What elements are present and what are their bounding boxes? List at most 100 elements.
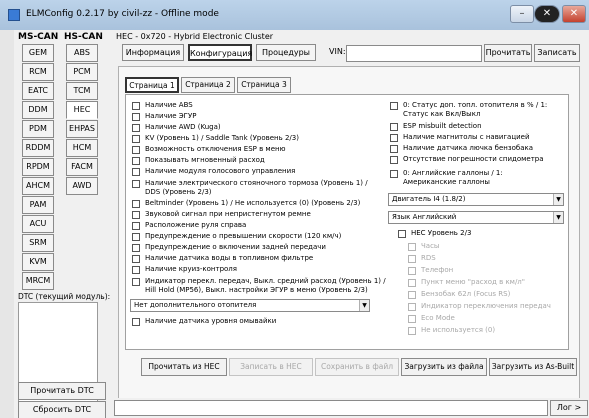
module-button-hcm[interactable]: HCM	[66, 139, 98, 157]
option-cruise-control[interactable]: Наличие круиз-контроля	[132, 265, 237, 274]
option-beltminder[interactable]: Beltminder (Уровень 1) / Не используется…	[132, 199, 360, 208]
option-kv-saddle-tank[interactable]: KV (Уровень 1) / Saddle Tank (Уровень 2/…	[132, 134, 299, 143]
write-vin-button[interactable]: Записать	[534, 44, 580, 62]
option-speed-warning[interactable]: Предупреждение о превышении скорости (12…	[132, 232, 341, 241]
module-button-rddm[interactable]: RDDM	[22, 139, 54, 157]
checkbox[interactable]	[132, 233, 140, 241]
module-button-srm[interactable]: SRM	[22, 234, 54, 252]
option-gallons[interactable]: 0: Английские галлоны / 1: Американские …	[390, 169, 553, 186]
checkbox[interactable]	[398, 230, 406, 238]
module-button-mrcm[interactable]: MRCM	[22, 272, 54, 290]
option-awd[interactable]: Наличие AWD (Kuga)	[132, 123, 221, 132]
minimize-button[interactable]: –	[510, 5, 534, 23]
clear-dtc-button[interactable]: Сбросить DTC	[18, 401, 106, 418]
checkbox[interactable]	[132, 200, 140, 208]
load-from-asbuilt-button[interactable]: Загрузить из As-Built	[489, 358, 577, 376]
tab-page-1[interactable]: Страница 1	[125, 77, 179, 93]
engine-select[interactable]: Двигатель I4 (1.8/2) ▼	[388, 193, 564, 206]
checkbox[interactable]	[390, 123, 398, 131]
module-button-tcm[interactable]: TCM	[66, 82, 98, 100]
read-dtc-button[interactable]: Прочитать DTC	[18, 382, 106, 400]
option-esp-disable[interactable]: Возможность отключения ESP в меню	[132, 145, 286, 154]
read-vin-button[interactable]: Прочитать	[484, 44, 532, 62]
module-button-kvm[interactable]: KVM	[22, 253, 54, 271]
module-button-awd[interactable]: AWD	[66, 177, 98, 195]
option-esp-misbuilt[interactable]: ESP misbuilt detection	[390, 122, 482, 131]
checkbox[interactable]	[132, 157, 140, 165]
module-button-pdm[interactable]: PDM	[22, 120, 54, 138]
module-button-abs[interactable]: ABS	[66, 44, 98, 62]
option-seatbelt-chime[interactable]: Звуковой сигнал при непристегнутом ремне	[132, 210, 311, 219]
option-rhd[interactable]: Расположение руля справа	[132, 221, 246, 230]
module-button-ehpas[interactable]: EHPAS	[66, 120, 98, 138]
option-gear-shift-indicator: Индикатор переключения передач	[408, 302, 551, 311]
tab-configuration[interactable]: Конфигурация	[188, 44, 252, 61]
checkbox[interactable]	[132, 278, 140, 286]
checkbox[interactable]	[132, 124, 140, 132]
option-ehpas[interactable]: Наличие ЭГУР	[132, 112, 196, 121]
option-reverse-warning[interactable]: Предупреждение о включении задней переда…	[132, 243, 326, 252]
checkbox[interactable]	[132, 211, 140, 219]
checkbox[interactable]	[132, 266, 140, 274]
module-button-facm[interactable]: FACM	[66, 158, 98, 176]
checkbox[interactable]	[132, 102, 140, 110]
checkbox[interactable]	[132, 255, 140, 263]
module-button-eatc[interactable]: EATC	[22, 82, 54, 100]
module-button-rcm[interactable]: RCM	[22, 63, 54, 81]
checkbox	[408, 327, 416, 335]
checkbox[interactable]	[132, 135, 140, 143]
checkbox[interactable]	[390, 145, 398, 153]
tab-page-2[interactable]: Страница 2	[181, 77, 235, 93]
module-button-gem[interactable]: GEM	[22, 44, 54, 62]
checkbox[interactable]	[132, 222, 140, 230]
checkbox[interactable]	[390, 102, 398, 110]
option-fuel-door-sensor[interactable]: Наличие датчика лючка бензобака	[390, 144, 533, 153]
maximize-button[interactable]: ✕	[534, 5, 560, 23]
checkbox	[408, 303, 416, 311]
option-phone: Телефон	[408, 266, 453, 275]
tab-page-3[interactable]: Страница 3	[237, 77, 291, 93]
log-button[interactable]: Лог >	[550, 400, 588, 416]
module-button-ddm[interactable]: DDM	[22, 101, 54, 119]
module-button-ahcm[interactable]: AHCM	[22, 177, 54, 195]
option-abs[interactable]: Наличие ABS	[132, 101, 193, 110]
checkbox[interactable]	[390, 170, 398, 178]
module-button-rpdm[interactable]: RPDM	[22, 158, 54, 176]
read-from-hec-button[interactable]: Прочитать из HEC	[141, 358, 227, 376]
chevron-down-icon: ▼	[553, 212, 563, 223]
checkbox[interactable]	[132, 180, 140, 188]
checkbox[interactable]	[132, 146, 140, 154]
checkbox[interactable]	[132, 168, 140, 176]
tab-info[interactable]: Информация	[122, 44, 184, 61]
option-instant-consumption[interactable]: Показывать мгновенный расход	[132, 156, 265, 165]
heater-select[interactable]: Нет дополнительного отопителя ▼	[130, 299, 370, 312]
vin-input[interactable]	[346, 45, 482, 62]
option-heater-status[interactable]: 0: Статус доп. топл. отопителя в % / 1: …	[390, 101, 568, 118]
option-parking-brake[interactable]: Наличие электрического стояночного тормо…	[132, 179, 381, 196]
module-button-hec[interactable]: HEC	[66, 101, 98, 119]
config-page: Наличие ABS Наличие ЭГУР Наличие AWD (Ku…	[125, 94, 569, 350]
checkbox[interactable]	[132, 244, 140, 252]
checkbox[interactable]	[390, 156, 398, 164]
module-button-acu[interactable]: ACU	[22, 215, 54, 233]
option-nav-radio[interactable]: Наличие магнитолы с навигацией	[390, 133, 530, 142]
language-select[interactable]: Язык Английский ▼	[388, 211, 564, 224]
option-speedometer-error[interactable]: Отсутствие погрешности спидометра	[390, 155, 544, 164]
checkbox[interactable]	[390, 134, 398, 142]
option-shift-indicator[interactable]: Индикатор перекл. передач, Выкл. средний…	[132, 277, 395, 294]
chevron-down-icon: ▼	[359, 300, 369, 311]
vin-label: VIN:	[329, 47, 346, 56]
app-window: ELMConfig 0.2.17 by civil-zz - Offline m…	[0, 0, 589, 418]
checkbox[interactable]	[132, 113, 140, 121]
option-voice-control[interactable]: Наличие модуля голосового управления	[132, 167, 295, 176]
option-unused: Не используется (0)	[408, 326, 495, 335]
option-hec-level[interactable]: HEC Уровень 2/3	[398, 229, 471, 238]
module-button-pam[interactable]: PAM	[22, 196, 54, 214]
option-water-in-fuel[interactable]: Наличие датчика воды в топливном фильтре	[132, 254, 313, 263]
checkbox[interactable]	[132, 318, 140, 326]
load-from-file-button[interactable]: Загрузить из файла	[401, 358, 487, 376]
close-button[interactable]: ✕	[562, 5, 586, 23]
option-washer-level[interactable]: Наличие датчика уровня омывайки	[132, 317, 276, 326]
tab-procedures[interactable]: Процедуры	[256, 44, 316, 61]
module-button-pcm[interactable]: PCM	[66, 63, 98, 81]
